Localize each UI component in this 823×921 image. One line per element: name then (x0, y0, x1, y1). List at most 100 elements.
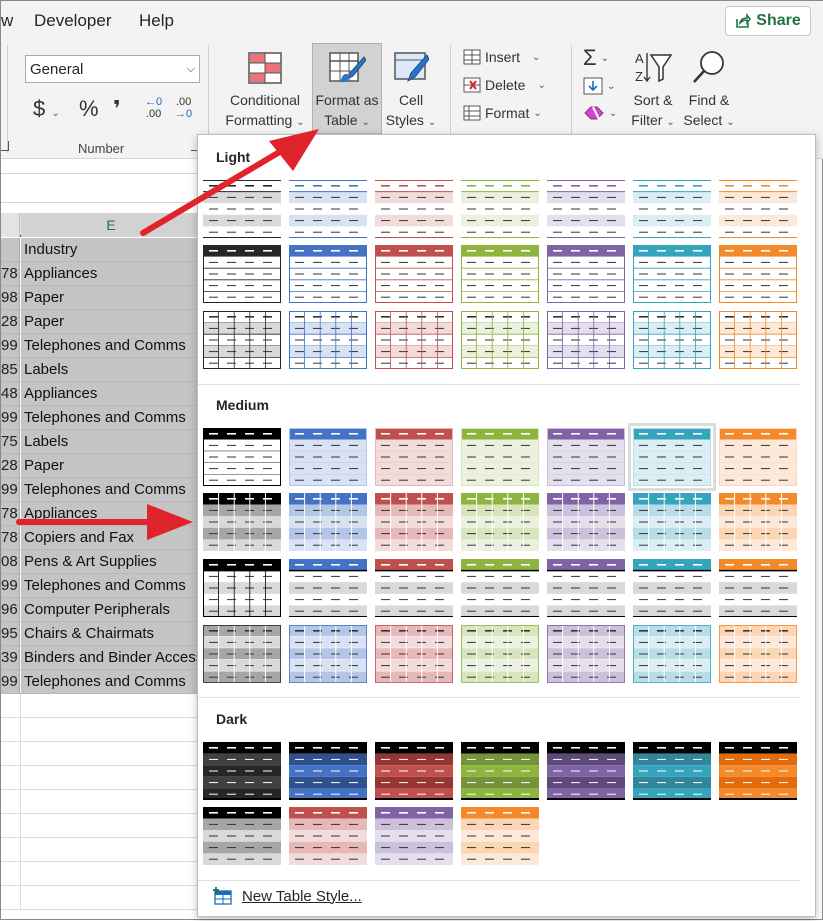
cell-industry[interactable]: Telephones and Comms (21, 334, 201, 357)
table-style-m4-red[interactable] (375, 625, 453, 684)
increase-decimal-button[interactable]: ←0 .00 (145, 96, 162, 120)
table-style-d1-purple[interactable] (547, 742, 625, 800)
new-table-style-button[interactable]: New Table Style... (212, 887, 362, 905)
table-style-l2-purple[interactable] (547, 245, 625, 304)
cell-industry[interactable]: Telephones and Comms (21, 406, 201, 429)
accounting-format-button[interactable]: $ ⌄ (33, 96, 60, 122)
table-row[interactable]: 75 Labels (1, 430, 201, 454)
dialog-launcher-icon[interactable] (1, 141, 9, 151)
menu-item-help[interactable]: Help (139, 11, 174, 31)
table-style-d2-blue[interactable] (289, 807, 367, 865)
table-style-l2-blue[interactable] (289, 245, 367, 304)
menu-item-view-partial[interactable]: w (1, 11, 13, 31)
table-style-l1-black[interactable] (203, 180, 281, 238)
decrease-decimal-button[interactable]: .00 →0 (175, 96, 192, 120)
table-row[interactable]: 95 Chairs & Chairmats (1, 622, 201, 646)
cell-industry[interactable]: Paper (21, 454, 201, 477)
cell-industry[interactable]: Chairs & Chairmats (21, 622, 201, 645)
empty-row[interactable] (1, 718, 201, 742)
cell-column-d[interactable]: 78 (1, 526, 20, 549)
find-select-button[interactable]: Find & Select ⌄ (681, 45, 737, 133)
menu-item-developer[interactable]: Developer (34, 11, 112, 31)
empty-row[interactable] (1, 790, 201, 814)
table-style-d1-red[interactable] (375, 742, 453, 800)
table-style-m4-orange[interactable] (719, 625, 797, 684)
table-row[interactable]: 99 Telephones and Comms (1, 670, 201, 694)
table-style-m4-teal[interactable] (633, 625, 711, 684)
table-style-l2-black[interactable] (203, 245, 281, 304)
table-style-m1-green[interactable] (461, 428, 539, 487)
table-row[interactable]: 78 Appliances (1, 502, 201, 526)
table-style-m3-purple[interactable] (547, 559, 625, 617)
cell-industry[interactable]: Binders and Binder Accessories (21, 646, 201, 669)
table-style-m1-blue[interactable] (289, 428, 367, 487)
table-style-d1-green[interactable] (461, 742, 539, 800)
cell-industry[interactable]: Labels (21, 430, 201, 453)
table-row[interactable]: 08 Pens & Art Supplies (1, 550, 201, 574)
table-style-m3-red[interactable] (375, 559, 453, 617)
cell-column-d[interactable]: 99 (1, 478, 20, 501)
table-row[interactable]: 48 Appliances (1, 382, 201, 406)
table-style-m4-blue[interactable] (289, 625, 367, 684)
cell-industry[interactable]: Paper (21, 310, 201, 333)
table-style-l3-teal[interactable] (633, 311, 711, 370)
number-format-select[interactable]: General ⌵ (25, 55, 200, 83)
cell-column-d[interactable]: 75 (1, 430, 20, 453)
cell-column-d[interactable]: 98 (1, 286, 20, 309)
table-style-m2-black[interactable] (203, 493, 281, 551)
table-style-l3-orange[interactable] (719, 311, 797, 370)
fill-button[interactable]: ⌄ (583, 77, 615, 95)
empty-row[interactable] (1, 694, 201, 718)
table-style-l2-red[interactable] (375, 245, 453, 304)
cell-industry[interactable]: Appliances (21, 262, 201, 285)
table-style-l2-green[interactable] (461, 245, 539, 304)
table-row[interactable]: 99 Telephones and Comms (1, 478, 201, 502)
cell-column-d[interactable]: 48 (1, 382, 20, 405)
cell-column-d[interactable]: 78 (1, 502, 20, 525)
table-style-l3-blue[interactable] (289, 311, 367, 370)
table-style-m4-green[interactable] (461, 625, 539, 684)
table-style-d1-black[interactable] (203, 742, 281, 800)
table-row[interactable]: 28 Paper (1, 310, 201, 334)
table-row[interactable]: 99 Telephones and Comms (1, 574, 201, 598)
cell-column-d[interactable]: 99 (1, 334, 20, 357)
table-style-m2-green[interactable] (461, 493, 539, 551)
table-style-m2-red[interactable] (375, 493, 453, 551)
table-style-l3-red[interactable] (375, 311, 453, 370)
table-style-m1-orange[interactable] (719, 428, 797, 487)
column-header-d[interactable] (1, 213, 20, 237)
cell-column-d[interactable]: 99 (1, 670, 20, 693)
table-style-l1-green[interactable] (461, 180, 539, 238)
cell-industry[interactable]: Telephones and Comms (21, 478, 201, 501)
cell-column-d[interactable]: 28 (1, 454, 20, 477)
cell-column-d[interactable]: 99 (1, 574, 20, 597)
table-row[interactable]: 39Binders and Binder Accessories (1, 646, 201, 670)
empty-row[interactable] (1, 814, 201, 838)
table-row[interactable]: 99 Telephones and Comms (1, 334, 201, 358)
table-style-m2-blue[interactable] (289, 493, 367, 551)
cell-column-d[interactable]: 95 (1, 622, 20, 645)
cell-industry[interactable]: Appliances (21, 502, 201, 525)
conditional-formatting-button[interactable]: Conditional Formatting ⌄ (219, 45, 311, 133)
cell-industry[interactable]: Telephones and Comms (21, 670, 201, 693)
table-style-d2-black[interactable] (203, 807, 281, 865)
table-style-m3-black[interactable] (203, 559, 281, 617)
table-row[interactable]: 99 Telephones and Comms (1, 406, 201, 430)
cell-industry[interactable]: Paper (21, 286, 201, 309)
percent-style-button[interactable]: % (79, 96, 99, 122)
table-style-d2-purple[interactable] (375, 807, 453, 865)
cell-column-d[interactable]: 39 (1, 646, 20, 669)
table-style-m2-purple[interactable] (547, 493, 625, 551)
table-style-m1-teal[interactable] (628, 423, 716, 491)
table-style-l1-blue[interactable] (289, 180, 367, 238)
table-style-d2-orange[interactable] (461, 807, 539, 865)
table-style-m1-purple[interactable] (547, 428, 625, 487)
table-style-l1-red[interactable] (375, 180, 453, 238)
empty-row[interactable] (1, 862, 201, 886)
table-style-m4-black[interactable] (203, 625, 281, 684)
delete-button[interactable]: Delete ⌄ (463, 77, 546, 93)
cell-industry[interactable]: Pens & Art Supplies (21, 550, 201, 573)
column-header-e[interactable]: E (21, 213, 201, 237)
table-style-l2-teal[interactable] (633, 245, 711, 304)
sort-filter-button[interactable]: A Z Sort & Filter ⌄ (627, 45, 679, 133)
